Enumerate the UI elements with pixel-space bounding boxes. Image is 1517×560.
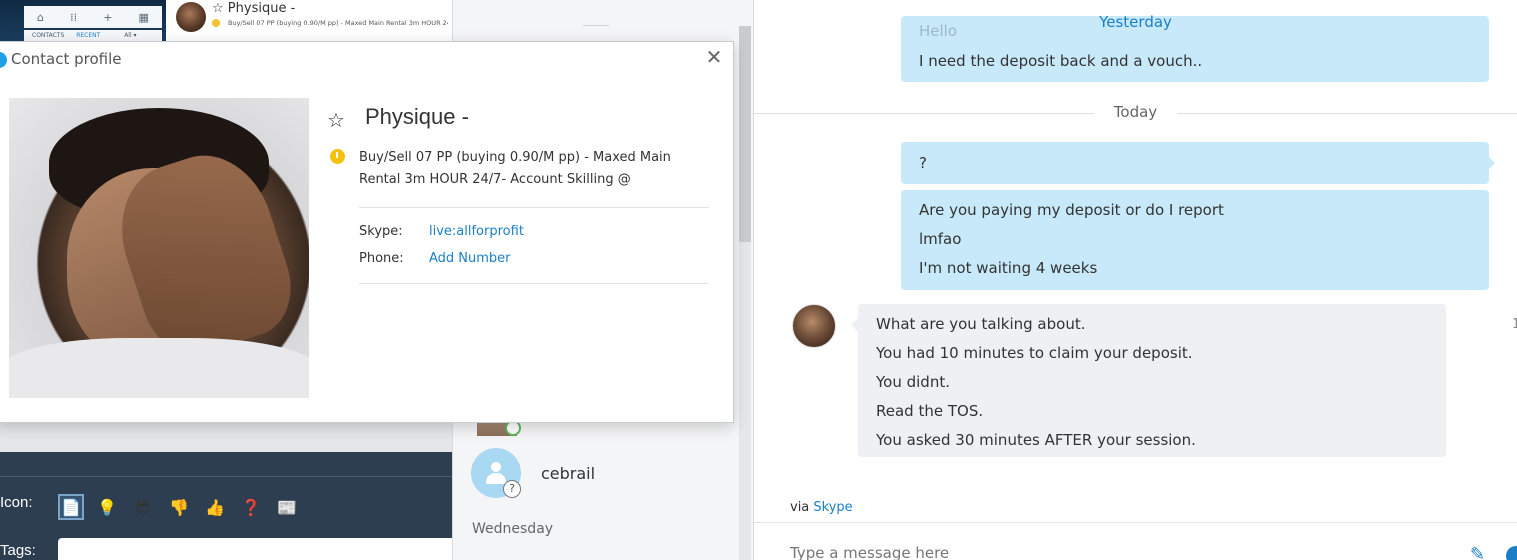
newspaper-icon[interactable]: 📰	[274, 494, 300, 520]
message-text: I need the deposit back and a vouch..	[919, 52, 1203, 70]
paperclip-icon[interactable]: ✎	[1470, 544, 1490, 560]
icon-label: Icon:	[0, 494, 33, 511]
chat-panel: Hello I need the deposit back and a vouc…	[754, 0, 1517, 560]
message-text: I'm not waiting 4 weeks	[919, 259, 1098, 277]
divider	[359, 207, 709, 208]
clock-icon	[212, 19, 220, 27]
background-divider-strip	[0, 422, 452, 452]
message-text: Read the TOS.	[876, 402, 984, 420]
message-text: You had 10 minutes to claim your deposit…	[876, 344, 1193, 362]
tags-label: Tags:	[0, 542, 36, 559]
home-icon[interactable]: ⌂	[37, 11, 44, 24]
message-bubble-outgoing[interactable]: ?	[901, 142, 1495, 184]
unknown-status-icon: ?	[503, 480, 521, 498]
section-date-label: Wednesday	[472, 521, 554, 537]
message-bubble-incoming[interactable]: What are you talking about. You had 10 m…	[851, 304, 1446, 457]
mini-contact-header: ☆ Physique - Buy/Sell 07 PP (buying 0.90…	[166, 0, 452, 42]
contact-name[interactable]: cebrail	[541, 464, 595, 483]
avatar[interactable]	[176, 2, 206, 32]
document-icon[interactable]: 📄	[58, 494, 84, 520]
divider	[0, 476, 452, 477]
mini-contact-status: Buy/Sell 07 PP (buying 0.90/M pp) - Maxe…	[228, 19, 448, 27]
date-label: Yesterday	[1099, 13, 1172, 31]
divider	[359, 283, 709, 284]
message-text: What are you talking about.	[876, 315, 1086, 333]
star-icon[interactable]: ☆	[212, 1, 228, 16]
contacts-icon[interactable]: ▦	[139, 11, 149, 24]
add-icon[interactable]: +	[103, 11, 112, 24]
via-prefix: via	[790, 500, 810, 515]
profile-photo	[9, 98, 309, 398]
skype-logo-icon	[0, 52, 7, 68]
list-notch	[583, 14, 609, 26]
person-icon	[485, 462, 507, 484]
clock-icon	[330, 149, 345, 164]
divider	[754, 522, 1517, 523]
message-text: lmfao	[919, 230, 962, 248]
phone-label: Phone:	[359, 251, 404, 266]
question-icon[interactable]: ❓	[238, 494, 264, 520]
add-number-link[interactable]: Add Number	[429, 251, 511, 266]
tags-input[interactable]	[58, 538, 452, 560]
status-message: Buy/Sell 07 PP (buying 0.90/M pp) - Maxe…	[359, 150, 671, 187]
via-skype-link[interactable]: Skype	[813, 500, 852, 515]
tab-all[interactable]: All ▾	[124, 32, 136, 39]
avatar[interactable]	[792, 304, 836, 348]
message-text: You didnt.	[876, 373, 950, 391]
message-text: Are you paying my deposit or do I report	[919, 201, 1224, 219]
scrollbar-thumb[interactable]	[739, 26, 751, 242]
star-icon[interactable]: ☆	[327, 108, 345, 132]
contact-profile-dialog: Contact profile ✕ ☆ Physique - Buy/Sell …	[0, 41, 734, 423]
message-text: You asked 30 minutes AFTER your session.	[876, 431, 1196, 449]
date-divider-yesterday: Yesterday	[754, 13, 1517, 33]
dialpad-icon[interactable]: ⁞⁞	[70, 11, 77, 24]
message-bubble-outgoing[interactable]: Are you paying my deposit or do I report…	[901, 190, 1489, 290]
skype-label: Skype:	[359, 224, 403, 239]
close-icon[interactable]: ✕	[703, 46, 725, 68]
message-timestamp: 1	[1512, 317, 1517, 332]
message-input[interactable]	[790, 544, 1430, 560]
tab-contacts[interactable]: CONTACTS	[32, 32, 64, 39]
dialog-title: Contact profile	[11, 50, 122, 68]
background-nav: ⌂ ⁞⁞ + ▦	[24, 6, 162, 28]
date-divider-today: Today	[754, 103, 1517, 123]
date-label: Today	[1093, 103, 1178, 121]
lightbulb-icon[interactable]: 💡	[94, 494, 120, 520]
tab-recent[interactable]: RECENT	[76, 32, 100, 39]
thumbs-up-icon[interactable]: 👍	[202, 494, 228, 520]
message-text: ?	[919, 154, 927, 172]
sunglasses-icon[interactable]: 😎	[130, 494, 156, 520]
via-label: via Skype	[790, 500, 853, 515]
mini-contact-name: Physique -	[227, 1, 296, 16]
skype-id-link[interactable]: live:allforprofit	[429, 224, 524, 239]
send-icon[interactable]	[1506, 546, 1517, 560]
thumbs-down-icon[interactable]: 👎	[166, 494, 192, 520]
profile-name: Physique -	[365, 104, 469, 129]
icon-picker: 📄 💡 😎 👎 👍 ❓ 📰	[58, 494, 300, 520]
